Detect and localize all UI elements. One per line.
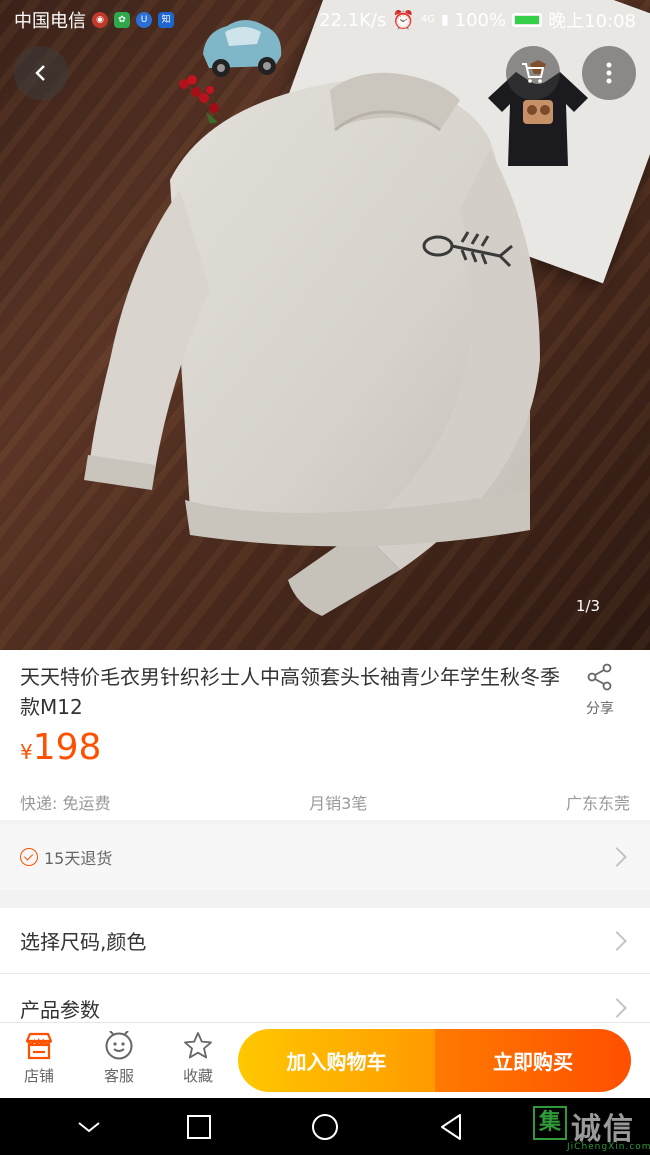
back-button[interactable] <box>14 46 68 100</box>
product-image[interactable]: 1/3 <box>0 0 650 650</box>
product-params-label: 产品参数 <box>20 997 100 1022</box>
home-icon[interactable] <box>310 1112 340 1142</box>
favorite-button[interactable]: 收藏 <box>168 1031 228 1086</box>
return-policy: 15天退货 <box>44 849 113 868</box>
monthly-sales: 月销3笔 <box>309 794 368 813</box>
customer-service-button[interactable]: 客服 <box>89 1031 149 1086</box>
network-type: 4G <box>420 14 435 25</box>
clock: 晚上10:08 <box>548 11 636 32</box>
chevron-left-icon <box>35 65 45 81</box>
store-label: 店铺 <box>23 1067 54 1085</box>
chevron-right-icon <box>607 930 627 951</box>
star-icon <box>184 1032 212 1059</box>
favorite-label: 收藏 <box>182 1067 213 1085</box>
alarm-icon: ⏰ <box>392 9 415 31</box>
share-label: 分享 <box>586 701 614 717</box>
zhihu-app-icon: 知 <box>158 12 174 28</box>
notification-icon: ◉ <box>92 12 108 28</box>
guarantee-row[interactable]: 15天退货 <box>0 824 650 890</box>
signal-icon: ▮ <box>440 12 449 28</box>
chevron-right-icon <box>607 847 627 867</box>
product-title: 天天特价毛衣男针织衫士人中高领套头长袖青少年学生秋冬季款M12 <box>20 665 560 719</box>
product-meta: 快递: 免运费 月销3笔 广东东莞 <box>20 790 630 814</box>
section-divider <box>0 890 650 908</box>
share-button[interactable]: 分享 <box>572 662 628 718</box>
hide-nav-icon[interactable] <box>74 1112 104 1142</box>
smiley-chat-icon <box>105 1031 133 1060</box>
price-value: 198 <box>32 727 102 768</box>
store-button[interactable]: 店铺 <box>9 1031 69 1086</box>
watermark-url: JiChengXin.com <box>567 1142 650 1152</box>
recent-apps-icon[interactable] <box>184 1112 214 1142</box>
gallery-page-indicator: 1/3 <box>575 597 601 615</box>
more-button[interactable] <box>582 46 636 100</box>
status-bar: 中国电信 ◉ ✿ U 知 22.1K/s ⏰ 4G ▮ 100% 晚上10:08 <box>0 0 650 40</box>
back-nav-icon[interactable] <box>436 1112 466 1142</box>
chevron-right-icon <box>607 998 627 1018</box>
shield-app-icon: U <box>136 12 152 28</box>
cart-button[interactable] <box>506 46 560 100</box>
check-circle-icon <box>20 848 38 866</box>
shipping-info: 快递: 免运费 <box>20 794 111 813</box>
watermark-box: 集 <box>533 1106 567 1140</box>
bottom-action-bar: 店铺 客服 收藏 加入购物车 立即购买 <box>0 1022 650 1098</box>
cart-icon <box>522 63 545 83</box>
ship-location: 广东东莞 <box>565 794 630 813</box>
battery-level: 100% <box>454 9 507 31</box>
watermark-logo: 集 诚信 JiChengXin.com <box>533 1102 650 1154</box>
select-size-color-row[interactable]: 选择尺码,颜色 <box>0 908 650 974</box>
game-app-icon: ✿ <box>114 12 130 28</box>
select-size-color-label: 选择尺码,颜色 <box>20 930 147 954</box>
add-to-cart-button[interactable]: 加入购物车 <box>238 1029 435 1092</box>
carrier-name: 中国电信 <box>14 11 86 32</box>
store-icon <box>25 1032 53 1060</box>
buy-now-button[interactable]: 立即购买 <box>435 1029 631 1092</box>
share-icon <box>587 663 612 691</box>
more-vertical-icon <box>606 62 612 84</box>
battery-icon <box>512 13 543 27</box>
product-price: ¥198 <box>20 726 101 774</box>
net-speed: 22.1K/s <box>319 9 387 31</box>
customer-service-label: 客服 <box>103 1067 134 1085</box>
currency-symbol: ¥ <box>20 740 33 764</box>
sweater-image <box>84 72 540 616</box>
